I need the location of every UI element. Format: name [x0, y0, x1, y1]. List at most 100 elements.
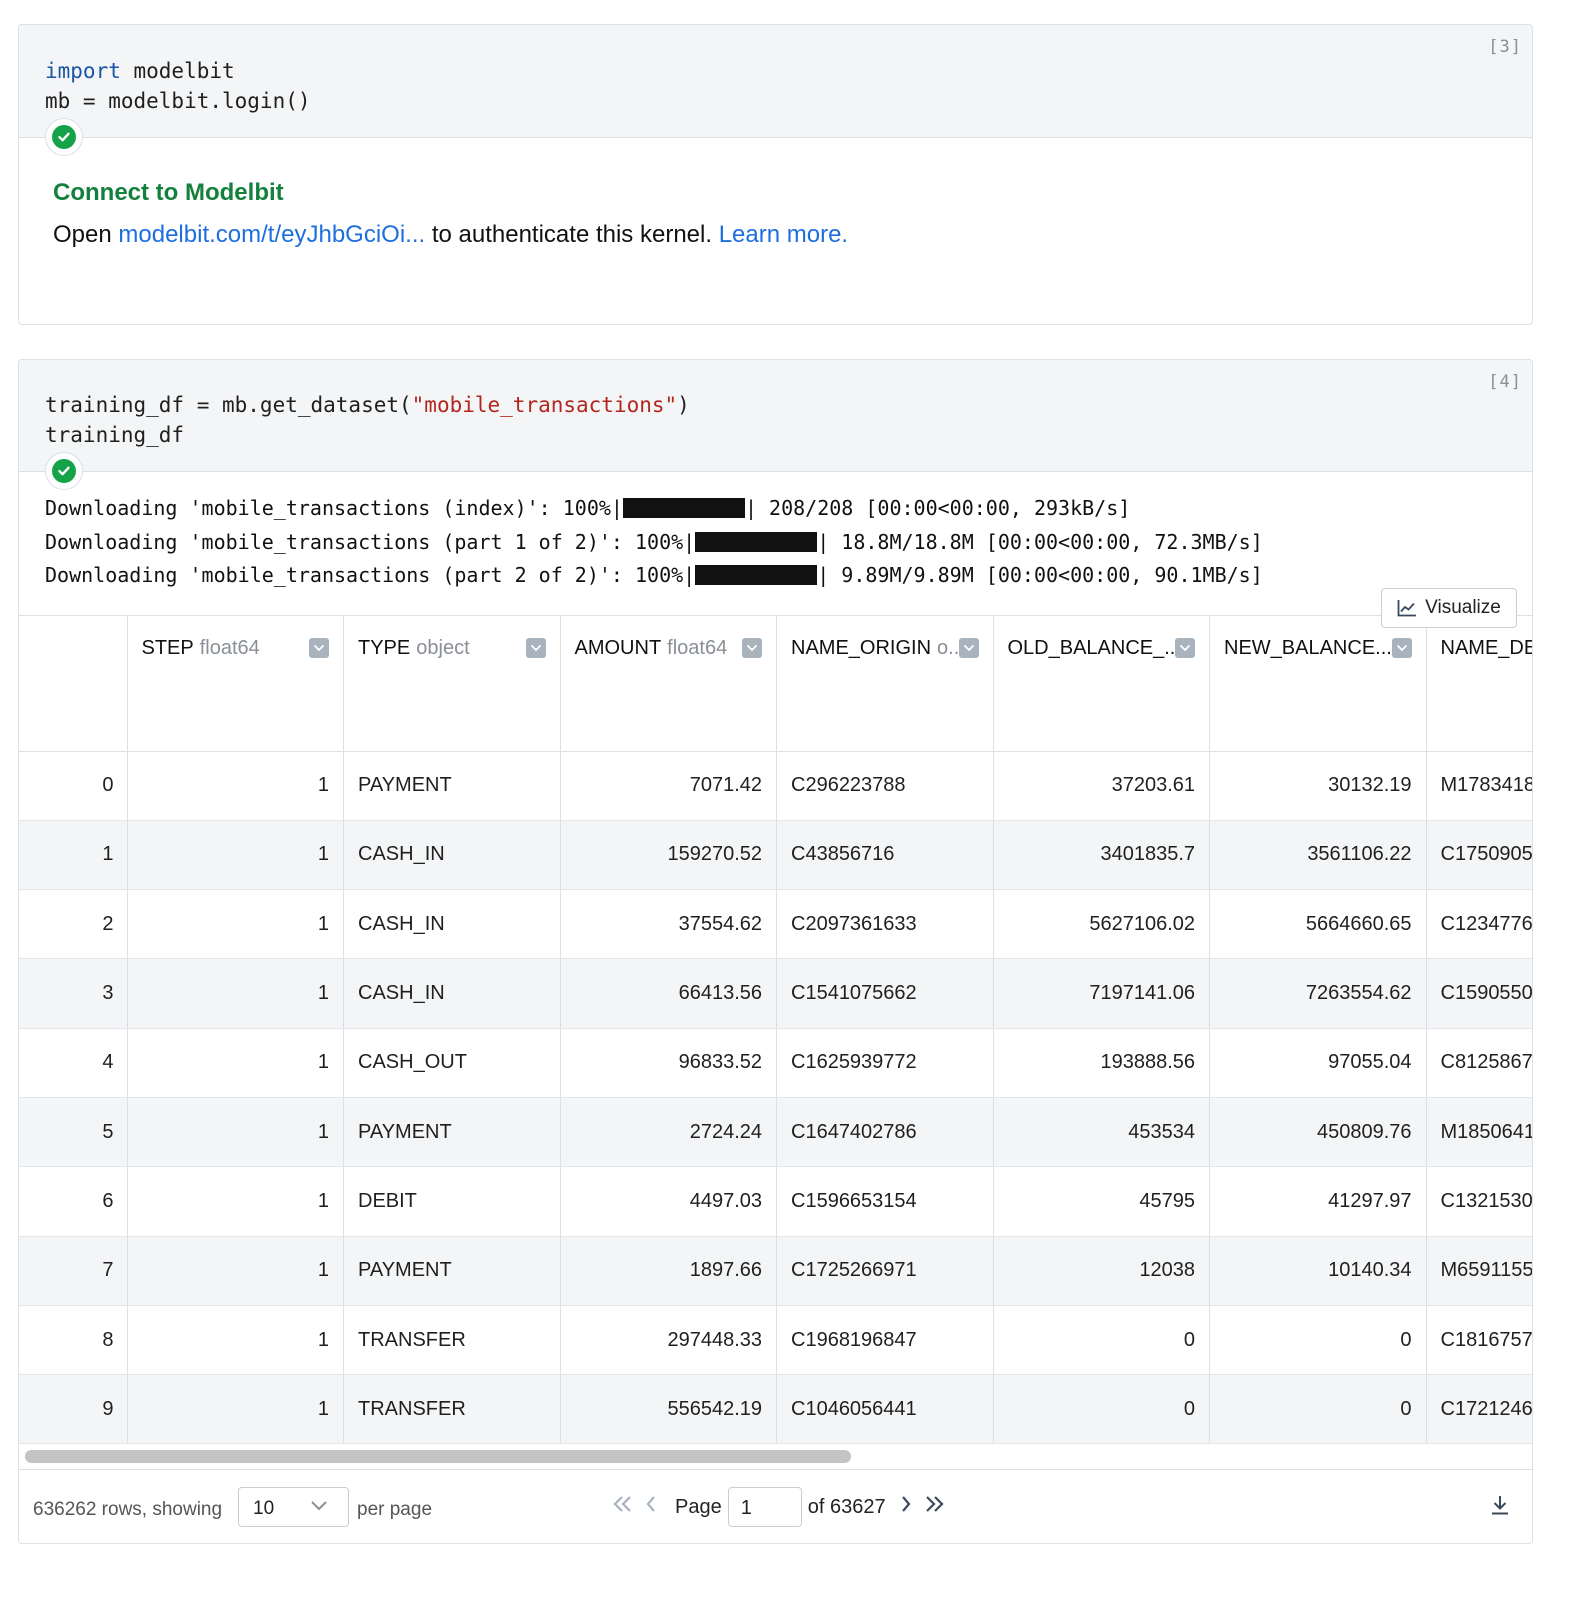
column-header[interactable]: NAME_DES	[1426, 616, 1532, 752]
table-row[interactable]: 4 1 CASH_OUT 96833.52 C1625939772 193888.56 97…	[19, 1028, 1532, 1098]
table-row[interactable]: 9 1 TRANSFER 556542.19 C1046056441 0 0 C1721246…	[19, 1374, 1532, 1445]
per-page-value: 10	[253, 1498, 275, 1519]
table-cell: C1647402786	[776, 1097, 994, 1168]
table-cell: 1	[127, 820, 344, 891]
row-index: 6	[19, 1166, 128, 1237]
table-row[interactable]: 5 1 PAYMENT 2724.24 C1647402786 453534 450809.…	[19, 1097, 1532, 1168]
column-menu-icon[interactable]	[1391, 638, 1412, 658]
table-cell: 5664660.65	[1209, 889, 1427, 960]
column-menu-icon[interactable]	[525, 638, 546, 658]
table-cell: 2724.24	[560, 1097, 777, 1168]
table-cell: 1	[127, 889, 344, 960]
column-menu-icon[interactable]	[309, 638, 329, 658]
visualize-label: Visualize	[1425, 597, 1501, 618]
horizontal-scrollbar[interactable]	[25, 1450, 851, 1463]
code-line-1: modelbit	[120, 59, 235, 83]
column-header[interactable]: TYPE object	[343, 616, 561, 752]
column-header[interactable]: NAME_ORIGIN o...	[776, 616, 994, 752]
table-footer: 636262 rows, showing 10 per page Page 1 …	[19, 1470, 1532, 1543]
pagination: Page 1 of 63627	[609, 1487, 948, 1527]
table-row[interactable]: 0 1 PAYMENT 7071.42 C296223788 37203.61 30132.…	[19, 751, 1532, 821]
column-header[interactable]: OLD_BALANCE_...	[993, 616, 1210, 752]
dataframe-table[interactable]: STEP float64 TYPE object AMOUNT float64 NAM…	[19, 615, 1532, 1445]
table-row[interactable]: 8 1 TRANSFER 297448.33 C1968196847 0 0 C1816757…	[19, 1305, 1532, 1376]
column-header[interactable]: NEW_BALANCE...	[1209, 616, 1427, 752]
table-cell: 10140.34	[1209, 1236, 1427, 1306]
notebook-cell-4[interactable]: training_df = mb.get_dataset("mobile_tra…	[18, 359, 1533, 1544]
table-cell: 45795	[993, 1166, 1210, 1237]
table-cell: 193888.56	[993, 1028, 1210, 1098]
row-index: 0	[19, 751, 128, 821]
code-editor[interactable]: training_df = mb.get_dataset("mobile_tra…	[19, 360, 1532, 472]
table-cell: C17212461	[1426, 1374, 1532, 1445]
table-cell: PAYMENT	[343, 751, 561, 821]
connect-title: Connect to Modelbit	[53, 179, 284, 206]
success-check-icon	[45, 452, 83, 490]
column-header[interactable]: AMOUNT float64	[560, 616, 777, 752]
first-page-icon[interactable]	[609, 1495, 637, 1519]
table-cell: 97055.04	[1209, 1028, 1427, 1098]
prev-page-icon[interactable]	[637, 1495, 665, 1519]
last-page-icon[interactable]	[920, 1495, 948, 1519]
page-label: Page	[675, 1495, 722, 1518]
table-cell: 7263554.62	[1209, 958, 1427, 1029]
visualize-button[interactable]: Visualize	[1381, 588, 1517, 628]
table-cell: C1046056441	[776, 1374, 994, 1445]
table-cell: C15905501	[1426, 958, 1532, 1029]
connect-open-text: Open	[53, 221, 119, 248]
page-number-input[interactable]: 1	[727, 1487, 802, 1527]
table-cell: M65911551	[1426, 1236, 1532, 1306]
learn-more-link[interactable]: Learn more.	[719, 221, 848, 248]
table-cell: PAYMENT	[343, 1097, 561, 1168]
notebook-cell-3[interactable]: import modelbit mb = modelbit.login() [3…	[18, 24, 1533, 325]
row-index: 9	[19, 1374, 128, 1445]
column-menu-icon[interactable]	[742, 638, 762, 658]
row-index: 5	[19, 1097, 128, 1168]
row-count-text: 636262 rows, showing	[33, 1499, 223, 1520]
table-cell: 1	[127, 1028, 344, 1098]
row-index: 1	[19, 820, 128, 891]
column-menu-icon[interactable]	[958, 638, 979, 658]
column-menu-icon[interactable]	[1175, 638, 1195, 658]
table-cell: 1	[127, 1305, 344, 1376]
dataframe-grid: STEP float64 TYPE object AMOUNT float64 NAM…	[19, 616, 1532, 1445]
table-cell: C13215301	[1426, 1166, 1532, 1237]
table-row[interactable]: 1 1 CASH_IN 159270.52 C43856716 3401835.7 3561…	[19, 820, 1532, 891]
connect-message: Open modelbit.com/t/eyJhbGciOi... to aut…	[53, 221, 848, 249]
table-row[interactable]: 7 1 PAYMENT 1897.66 C1725266971 12038 10140.34…	[19, 1236, 1532, 1306]
table-cell: 1	[127, 1166, 344, 1237]
table-cell: M17834181	[1426, 751, 1532, 821]
progress-bar	[695, 565, 818, 585]
table-cell: C81258671	[1426, 1028, 1532, 1098]
table-cell: 37554.62	[560, 889, 777, 960]
table-row[interactable]: 2 1 CASH_IN 37554.62 C2097361633 5627106.02 56…	[19, 889, 1532, 960]
per-page-select[interactable]: 10	[238, 1487, 349, 1527]
table-cell: C1968196847	[776, 1305, 994, 1376]
table-cell: 41297.97	[1209, 1166, 1427, 1237]
execution-count: [3]	[1488, 37, 1522, 57]
table-cell: M18506414	[1426, 1097, 1532, 1168]
connect-mid-text: to authenticate this kernel.	[425, 221, 719, 248]
table-body: 0 1 PAYMENT 7071.42 C296223788 37203.61 30132.…	[19, 751, 1532, 1445]
table-row[interactable]: 6 1 DEBIT 4497.03 C1596653154 45795 41297.97 C1…	[19, 1166, 1532, 1237]
download-icon[interactable]	[1490, 1494, 1510, 1522]
table-cell: 0	[1209, 1374, 1427, 1445]
table-cell: 12038	[993, 1236, 1210, 1306]
index-header	[19, 616, 128, 752]
code-string: "mobile_transactions"	[411, 393, 678, 417]
table-cell: CASH_IN	[343, 889, 561, 960]
table-cell: 1	[127, 958, 344, 1029]
chevron-down-icon	[311, 1501, 327, 1511]
code-content[interactable]: training_df = mb.get_dataset("mobile_tra…	[19, 390, 1532, 450]
row-index: 2	[19, 889, 128, 960]
code-content[interactable]: import modelbit mb = modelbit.login()	[19, 56, 1532, 116]
code-line-1-post: )	[677, 393, 690, 417]
table-cell: C1596653154	[776, 1166, 994, 1237]
table-row[interactable]: 3 1 CASH_IN 66413.56 C1541075662 7197141.06 72…	[19, 958, 1532, 1029]
next-page-icon[interactable]	[892, 1495, 920, 1519]
code-editor[interactable]: import modelbit mb = modelbit.login() [3…	[19, 25, 1532, 138]
column-header[interactable]: STEP float64	[127, 616, 344, 752]
row-index: 8	[19, 1305, 128, 1376]
chart-line-icon	[1397, 600, 1417, 617]
auth-link[interactable]: modelbit.com/t/eyJhbGciOi...	[118, 221, 425, 248]
